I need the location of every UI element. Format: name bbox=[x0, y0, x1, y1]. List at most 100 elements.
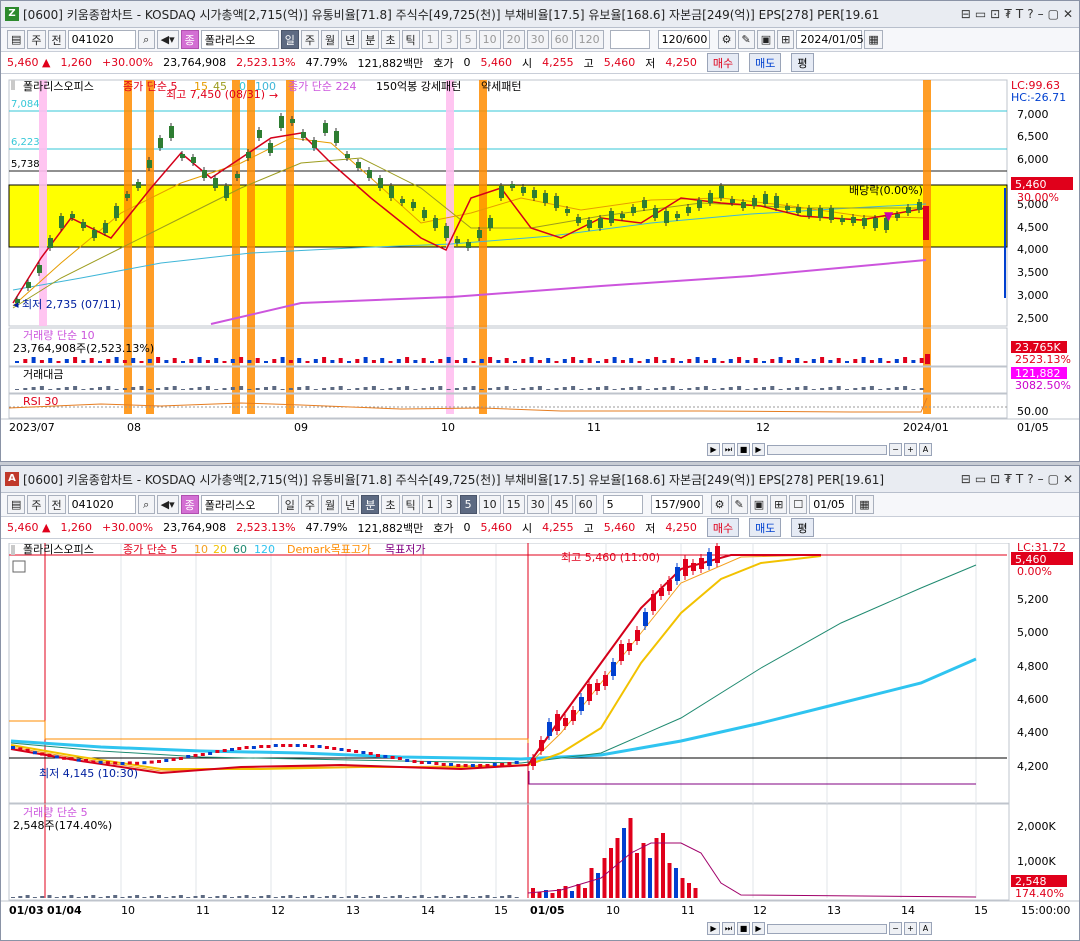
play-icon[interactable]: ▶ bbox=[752, 922, 765, 935]
eval-button[interactable]: 평 bbox=[791, 53, 814, 72]
search-icon[interactable]: ⌕ bbox=[137, 30, 155, 49]
settings-icon[interactable]: ⚙ bbox=[710, 495, 729, 514]
zoom-slider[interactable] bbox=[767, 444, 887, 455]
count-field[interactable]: 120/600 bbox=[657, 30, 710, 49]
calendar-icon[interactable]: ▦ bbox=[864, 30, 883, 49]
eval-button[interactable]: 평 bbox=[791, 518, 814, 537]
scroll-end-icon[interactable]: ⏭ bbox=[722, 922, 735, 935]
prev-select[interactable]: 전 bbox=[47, 30, 66, 49]
interval-5[interactable]: 5 bbox=[459, 495, 477, 514]
interval-1[interactable]: 1 bbox=[421, 495, 439, 514]
window-controls[interactable]: ⊟ ▭ ⊡ ₮ T ? – ▢ ✕ bbox=[961, 472, 1079, 486]
count-field[interactable]: 157/900 bbox=[650, 495, 703, 514]
tab-day[interactable]: 일 bbox=[280, 495, 299, 514]
minute-chart-area[interactable]: 최고 5,460 (11:00) 최저 4,145 (10:30) 폴라리스오피… bbox=[1, 543, 1079, 919]
interval-30[interactable]: 30 bbox=[526, 30, 549, 49]
daily-chart-area[interactable]: 7,084 6,223 5,738 최고 7,450 (08/31) → ◂ 최… bbox=[1, 78, 1079, 438]
zoom-in-icon[interactable]: + bbox=[904, 443, 917, 456]
favorite-icon[interactable]: 종 bbox=[180, 30, 199, 49]
menu-icon[interactable]: ▤ bbox=[7, 30, 26, 49]
title-bar[interactable]: A [0600] 키움종합차트 - KOSDAQ 시가총액[2,715(억)] … bbox=[1, 466, 1079, 493]
font-icon[interactable]: A bbox=[919, 922, 932, 935]
tab-week[interactable]: 주 bbox=[300, 495, 320, 514]
pin-icon[interactable]: ₮ bbox=[1004, 7, 1012, 21]
cascade-icon[interactable]: ⊡ bbox=[990, 7, 1000, 21]
interval-3[interactable]: 3 bbox=[440, 30, 458, 49]
date-field[interactable]: 2024/01/05 bbox=[796, 30, 864, 49]
buy-button[interactable]: 매수 bbox=[706, 53, 740, 72]
cascade-icon[interactable]: ⊡ bbox=[990, 472, 1000, 486]
tools-icon[interactable]: ⊞ bbox=[770, 495, 788, 514]
chart-scroll-controls[interactable]: ▶ ⏭ ■ ▶ − + A bbox=[707, 441, 932, 458]
tile-icon[interactable]: ▭ bbox=[975, 7, 986, 21]
draw-icon[interactable]: ✎ bbox=[737, 30, 755, 49]
interval-5[interactable]: 5 bbox=[459, 30, 477, 49]
tab-second[interactable]: 초 bbox=[381, 495, 400, 514]
tab-second[interactable]: 초 bbox=[381, 30, 400, 49]
play-icon[interactable]: ▶ bbox=[752, 443, 765, 456]
interval-45[interactable]: 45 bbox=[550, 495, 573, 514]
tab-minute[interactable]: 분 bbox=[361, 30, 380, 49]
tab-tick[interactable]: 틱 bbox=[401, 30, 420, 49]
scroll-end-icon[interactable]: ⏭ bbox=[722, 443, 735, 456]
tile-icon[interactable]: ▭ bbox=[975, 472, 986, 486]
interval-input[interactable]: 5 bbox=[602, 495, 643, 514]
stock-name-field[interactable]: 폴라리스오 bbox=[200, 30, 279, 49]
minimize-icon[interactable]: – bbox=[1038, 472, 1044, 486]
speaker-icon[interactable]: ◀▾ bbox=[156, 30, 179, 49]
menu-icon[interactable]: ▤ bbox=[7, 495, 26, 514]
maximize-icon[interactable]: ▢ bbox=[1048, 472, 1059, 486]
interval-30[interactable]: 30 bbox=[526, 495, 549, 514]
calendar-icon[interactable]: ▦ bbox=[855, 495, 874, 514]
save-icon[interactable]: ▣ bbox=[756, 30, 776, 49]
tools-icon[interactable]: ⊞ bbox=[777, 30, 795, 49]
text-icon[interactable]: T bbox=[1016, 472, 1023, 486]
stop-icon[interactable]: ■ bbox=[737, 443, 750, 456]
code-input[interactable]: 041020 bbox=[67, 495, 136, 514]
title-bar[interactable]: Z [0600] 키움종합차트 - KOSDAQ 시가총액[2,715(억)] … bbox=[1, 1, 1079, 28]
type-select[interactable]: 주 bbox=[27, 30, 46, 49]
interval-60[interactable]: 60 bbox=[574, 495, 597, 514]
text-icon[interactable]: T bbox=[1016, 7, 1023, 21]
close-icon[interactable]: ✕ bbox=[1063, 472, 1073, 486]
sell-button[interactable]: 매도 bbox=[749, 518, 782, 537]
interval-10[interactable]: 10 bbox=[478, 495, 501, 514]
settings-icon[interactable]: ⚙ bbox=[717, 30, 736, 49]
tab-month[interactable]: 월 bbox=[321, 30, 340, 49]
checkbox-icon[interactable]: ☐ bbox=[789, 495, 808, 514]
grid-toggle-icon[interactable] bbox=[12, 560, 26, 573]
zoom-slider[interactable] bbox=[767, 923, 887, 934]
interval-3[interactable]: 3 bbox=[440, 495, 458, 514]
close-icon[interactable]: ✕ bbox=[1063, 7, 1073, 21]
scroll-right-icon[interactable]: ▶ bbox=[707, 922, 720, 935]
search-icon[interactable]: ⌕ bbox=[137, 495, 155, 514]
interval-10[interactable]: 10 bbox=[478, 30, 501, 49]
window-controls[interactable]: ⊟ ▭ ⊡ ₮ T ? – ▢ ✕ bbox=[961, 7, 1079, 21]
interval-60[interactable]: 60 bbox=[550, 30, 573, 49]
tab-year[interactable]: 년 bbox=[341, 495, 360, 514]
maximize-icon[interactable]: ▢ bbox=[1048, 7, 1059, 21]
zoom-out-icon[interactable]: − bbox=[889, 443, 902, 456]
chart-scroll-controls[interactable]: ▶ ⏭ ■ ▶ − + A bbox=[707, 920, 932, 937]
interval-20[interactable]: 20 bbox=[502, 30, 525, 49]
zoom-out-icon[interactable]: − bbox=[889, 922, 902, 935]
scroll-right-icon[interactable]: ▶ bbox=[707, 443, 720, 456]
tab-year[interactable]: 년 bbox=[341, 30, 360, 49]
prev-select[interactable]: 전 bbox=[47, 495, 66, 514]
date-field[interactable]: 01/05 bbox=[809, 495, 854, 514]
stock-name-field[interactable]: 폴라리스오 bbox=[200, 495, 279, 514]
font-icon[interactable]: A bbox=[919, 443, 932, 456]
minimize-icon[interactable]: – bbox=[1038, 7, 1044, 21]
speaker-icon[interactable]: ◀▾ bbox=[156, 495, 179, 514]
tab-tick[interactable]: 틱 bbox=[401, 495, 420, 514]
type-select[interactable]: 주 bbox=[27, 495, 46, 514]
interval-input[interactable] bbox=[609, 30, 650, 49]
help-icon[interactable]: ? bbox=[1027, 472, 1033, 486]
tab-day[interactable]: 일 bbox=[280, 30, 299, 49]
tab-week[interactable]: 주 bbox=[300, 30, 320, 49]
favorite-icon[interactable]: 종 bbox=[180, 495, 199, 514]
help-icon[interactable]: ? bbox=[1027, 7, 1033, 21]
pin-icon[interactable]: ₮ bbox=[1004, 472, 1012, 486]
restore-icon[interactable]: ⊟ bbox=[961, 472, 971, 486]
restore-icon[interactable]: ⊟ bbox=[961, 7, 971, 21]
